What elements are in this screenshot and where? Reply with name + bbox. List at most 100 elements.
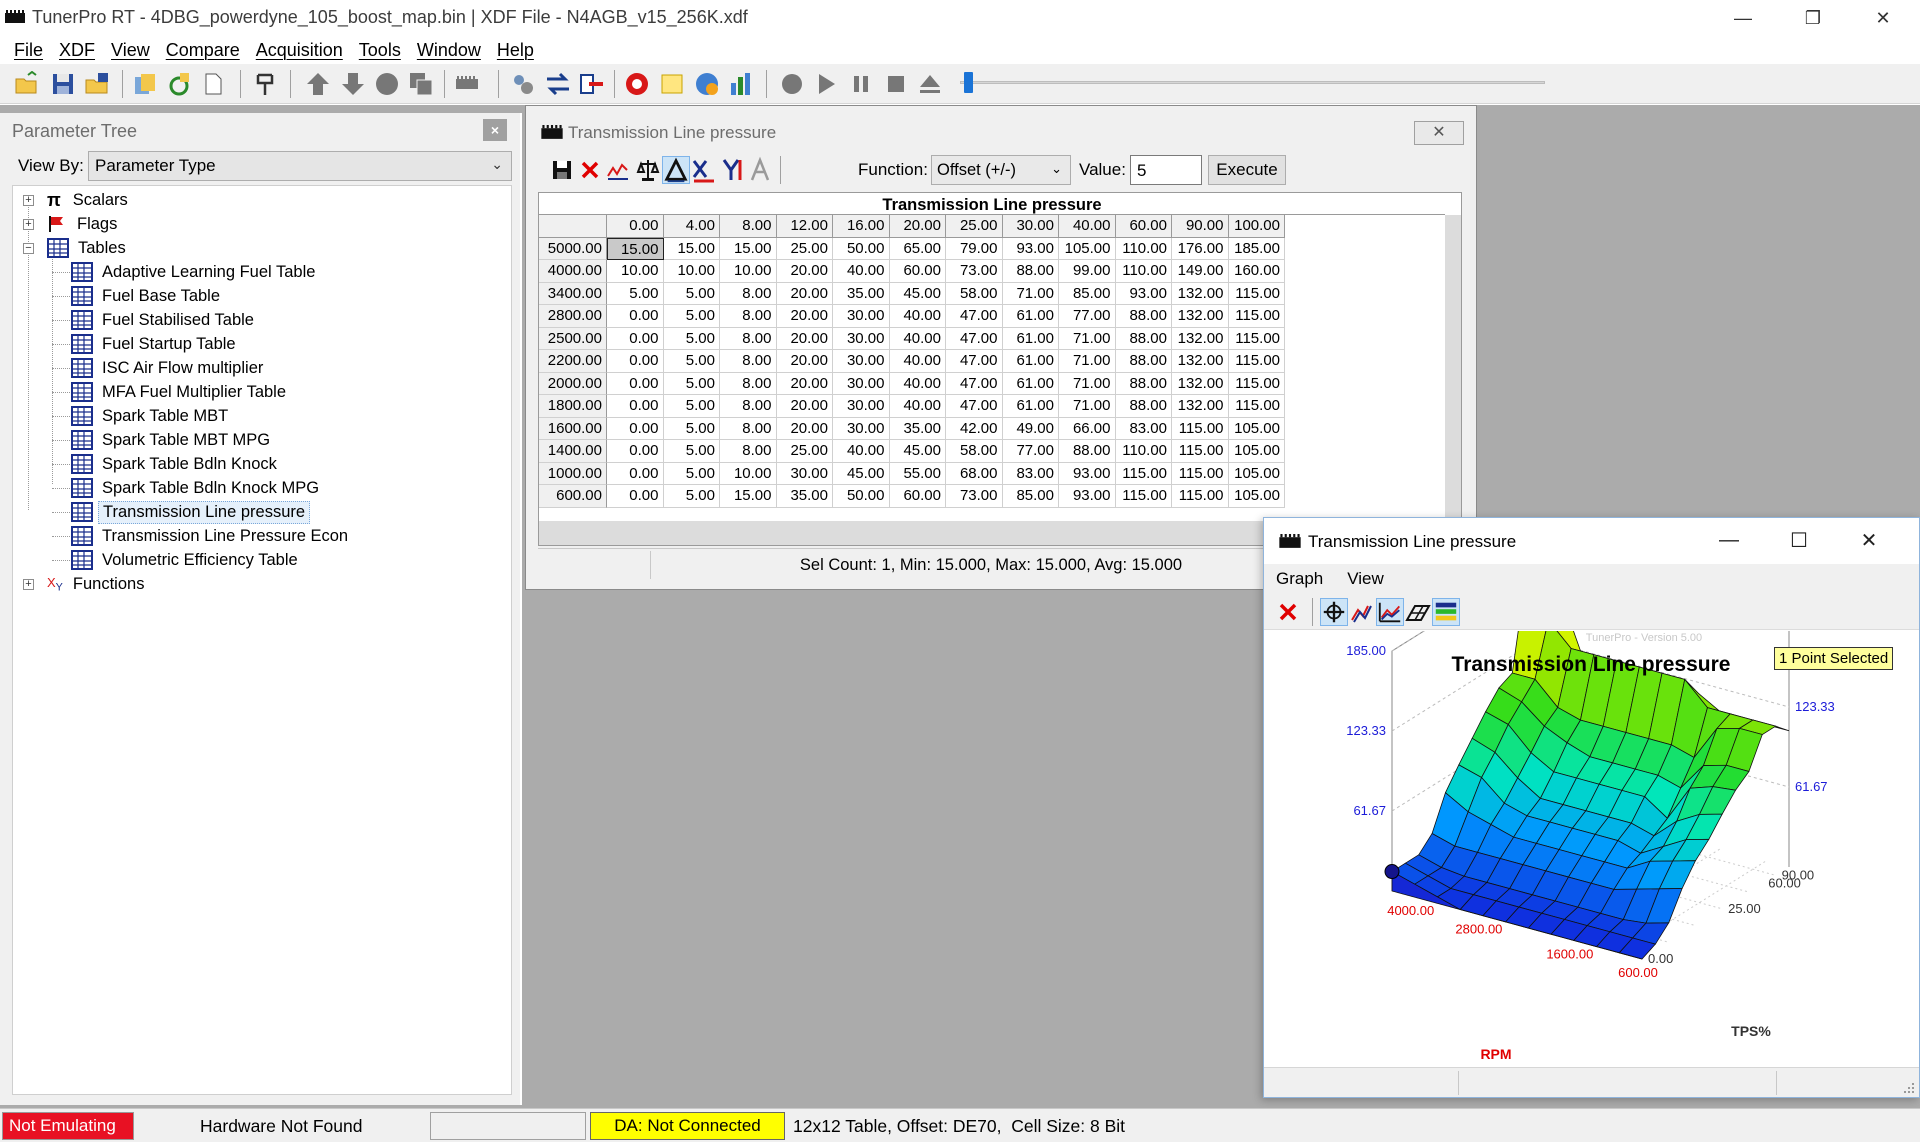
tree-item-table[interactable]: Volumetric Efficiency Table <box>71 548 302 572</box>
table-cell[interactable]: 40.00 <box>889 372 946 395</box>
color-scale-icon[interactable] <box>1432 598 1460 626</box>
table-cell[interactable]: 8.00 <box>720 372 777 395</box>
row-header[interactable]: 3400.00 <box>539 282 607 305</box>
table-cell[interactable]: 20.00 <box>776 417 833 440</box>
table-cell[interactable]: 132.00 <box>1172 282 1229 305</box>
table-cell[interactable]: 66.00 <box>1059 417 1116 440</box>
table-cell[interactable]: 71.00 <box>1059 350 1116 373</box>
table-cell[interactable]: 20.00 <box>776 282 833 305</box>
table-cell[interactable]: 8.00 <box>720 395 777 418</box>
open-icon[interactable] <box>14 71 40 97</box>
chip-icon[interactable] <box>454 71 480 97</box>
menu-view[interactable]: View <box>103 40 158 61</box>
table-cell[interactable]: 0.00 <box>607 440 664 463</box>
table-cell[interactable]: 110.00 <box>1115 260 1172 283</box>
graph-close-button[interactable]: ✕ <box>1834 524 1904 556</box>
table-cell[interactable]: 20.00 <box>776 327 833 350</box>
save-as-icon[interactable] <box>84 71 110 97</box>
table-cell[interactable]: 5.00 <box>663 395 720 418</box>
table-cell[interactable]: 77.00 <box>1002 440 1059 463</box>
table-cell[interactable]: 8.00 <box>720 417 777 440</box>
table-cell[interactable]: 60.00 <box>889 260 946 283</box>
table-cell[interactable]: 5.00 <box>663 282 720 305</box>
tree-item-table[interactable]: Spark Table Bdln Knock MPG <box>71 476 323 500</box>
table-cell[interactable]: 5.00 <box>663 462 720 485</box>
table-cell[interactable]: 30.00 <box>833 395 890 418</box>
table-window-close-button[interactable]: ✕ <box>1414 121 1464 145</box>
table-cell[interactable]: 40.00 <box>833 440 890 463</box>
table-cell[interactable]: 50.00 <box>833 485 890 508</box>
table-cell[interactable]: 40.00 <box>889 350 946 373</box>
restore-button[interactable]: ❐ <box>1778 0 1848 36</box>
table-cell[interactable]: 132.00 <box>1172 305 1229 328</box>
table-cell[interactable]: 105.00 <box>1228 440 1285 463</box>
save-icon[interactable] <box>50 71 76 97</box>
table-cell[interactable]: 20.00 <box>776 372 833 395</box>
table-cell[interactable]: 88.00 <box>1115 372 1172 395</box>
font-icon[interactable] <box>746 156 774 184</box>
column-header[interactable]: 100.00 <box>1228 215 1285 238</box>
tree-item-flags[interactable]: Flags <box>47 212 121 236</box>
table-cell[interactable]: 5.00 <box>663 305 720 328</box>
eject-icon[interactable] <box>917 71 943 97</box>
table-cell[interactable]: 88.00 <box>1002 260 1059 283</box>
table-cell[interactable]: 115.00 <box>1228 372 1285 395</box>
save-icon[interactable] <box>548 156 576 184</box>
table-cell[interactable]: 15.00 <box>663 237 720 260</box>
table-cell[interactable]: 85.00 <box>1002 485 1059 508</box>
row-header[interactable]: 2800.00 <box>539 305 607 328</box>
resize-grip-icon[interactable] <box>1903 1082 1915 1094</box>
table-cell[interactable]: 61.00 <box>1002 327 1059 350</box>
menu-xdf[interactable]: XDF <box>51 40 103 61</box>
table-cell[interactable]: 73.00 <box>946 485 1003 508</box>
expand-scalars-toggle[interactable]: + <box>23 195 34 206</box>
refresh-icon[interactable] <box>166 71 192 97</box>
table-cell[interactable]: 0.00 <box>607 327 664 350</box>
play-icon[interactable] <box>813 71 839 97</box>
revert-icon[interactable] <box>576 156 604 184</box>
bar-chart-icon[interactable] <box>728 71 754 97</box>
tree-item-table[interactable]: Fuel Base Table <box>71 284 224 308</box>
table-cell[interactable]: 47.00 <box>946 327 1003 350</box>
table-cell[interactable]: 115.00 <box>1172 462 1229 485</box>
table-cell[interactable]: 149.00 <box>1172 260 1229 283</box>
table-cell[interactable]: 5.00 <box>663 417 720 440</box>
arrow-up-icon[interactable] <box>305 71 331 97</box>
table-cell[interactable]: 20.00 <box>776 260 833 283</box>
table-cell[interactable]: 105.00 <box>1059 237 1116 260</box>
table-cell[interactable]: 20.00 <box>776 305 833 328</box>
table-cell[interactable]: 35.00 <box>833 282 890 305</box>
tree-item-table[interactable]: MFA Fuel Multiplier Table <box>71 380 290 404</box>
load-xdf-icon[interactable] <box>132 71 158 97</box>
tree-item-table[interactable]: Fuel Startup Table <box>71 332 240 356</box>
function-select[interactable]: Offset (+/-) ⌄ <box>931 155 1071 185</box>
table-cell[interactable]: 35.00 <box>776 485 833 508</box>
column-header[interactable]: 20.00 <box>889 215 946 238</box>
row-header[interactable]: 1000.00 <box>539 462 607 485</box>
table-cell[interactable]: 15.00 <box>720 237 777 260</box>
graph-minimize-button[interactable]: — <box>1694 524 1764 556</box>
table-cell[interactable]: 0.00 <box>607 417 664 440</box>
table-cell[interactable]: 115.00 <box>1228 327 1285 350</box>
table-cell[interactable]: 83.00 <box>1002 462 1059 485</box>
table-cell[interactable]: 10.00 <box>663 260 720 283</box>
tree-item-table[interactable]: Spark Table MBT <box>71 404 232 428</box>
table-cell[interactable]: 45.00 <box>889 282 946 305</box>
column-header[interactable]: 60.00 <box>1115 215 1172 238</box>
table-cell[interactable]: 88.00 <box>1115 350 1172 373</box>
table-cell[interactable]: 47.00 <box>946 372 1003 395</box>
table-cell[interactable]: 71.00 <box>1059 395 1116 418</box>
table-cell[interactable]: 99.00 <box>1059 260 1116 283</box>
table-cell[interactable]: 47.00 <box>946 395 1003 418</box>
rotate-icon[interactable] <box>1348 598 1376 626</box>
x-axis-icon[interactable] <box>690 156 718 184</box>
collapse-tables-toggle[interactable]: − <box>23 243 34 254</box>
tree-item-table[interactable]: Spark Table MBT MPG <box>71 428 274 452</box>
table-cell[interactable]: 0.00 <box>607 305 664 328</box>
tree-item-tables[interactable]: Tables <box>47 236 130 260</box>
column-header[interactable]: 25.00 <box>946 215 1003 238</box>
table-cell[interactable]: 73.00 <box>946 260 1003 283</box>
table-cell[interactable]: 0.00 <box>607 395 664 418</box>
execute-button[interactable]: Execute <box>1208 155 1286 185</box>
table-cell[interactable]: 30.00 <box>776 462 833 485</box>
